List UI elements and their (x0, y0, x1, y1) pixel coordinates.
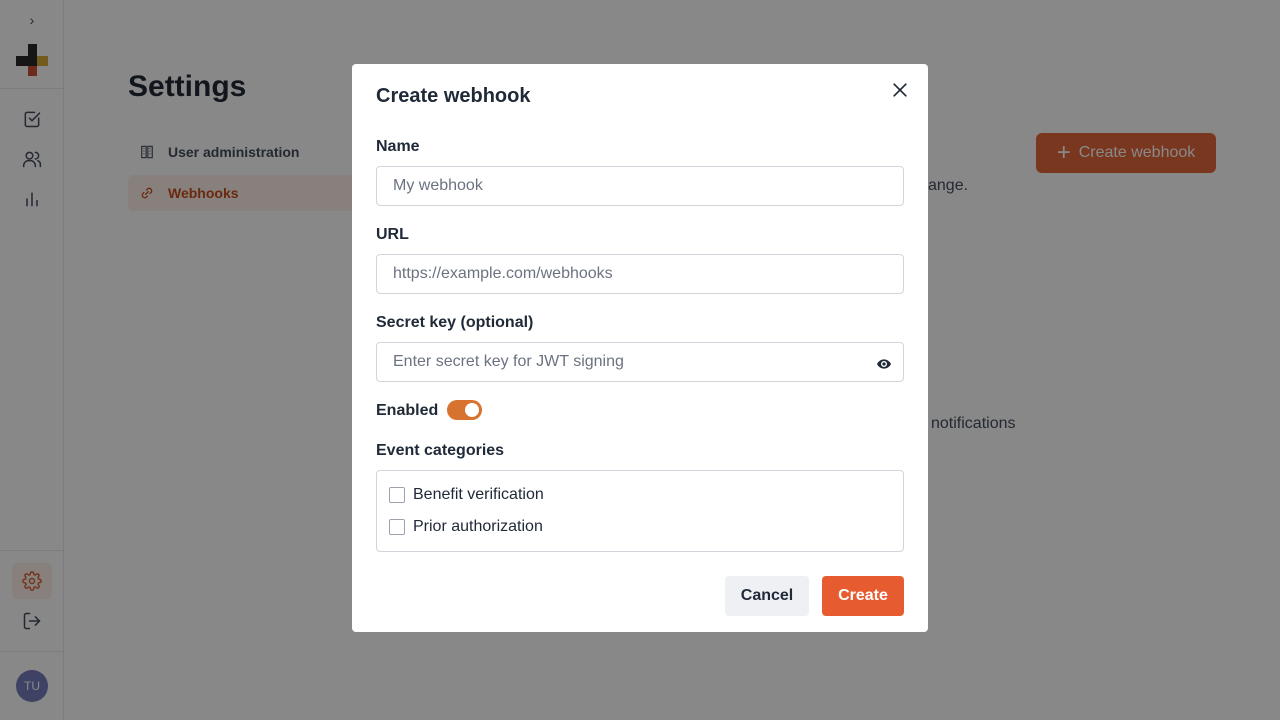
close-icon (893, 83, 907, 97)
category-prior-authorization[interactable]: Prior authorization (389, 515, 543, 539)
category-label: Benefit verification (413, 486, 544, 503)
event-categories-label: Event categories (376, 442, 505, 459)
enabled-toggle[interactable] (447, 400, 482, 420)
event-categories-list: Benefit verification Prior authorization (376, 470, 904, 552)
cancel-button[interactable]: Cancel (725, 576, 809, 616)
secret-key-label: Secret key (optional) (376, 314, 534, 331)
name-input[interactable] (376, 166, 904, 206)
checkbox[interactable] (389, 487, 405, 503)
eye-icon (877, 359, 891, 369)
url-input[interactable] (376, 254, 904, 294)
enabled-label: Enabled (376, 402, 439, 419)
url-label: URL (376, 226, 409, 243)
create-webhook-modal: Create webhook Name URL Secret key (opti… (352, 64, 928, 632)
toggle-secret-visibility-button[interactable] (874, 354, 894, 374)
toggle-knob (465, 403, 479, 417)
secret-key-input[interactable] (376, 342, 904, 382)
name-label: Name (376, 138, 420, 155)
category-label: Prior authorization (413, 518, 543, 535)
close-button[interactable] (888, 78, 912, 102)
category-benefit-verification[interactable]: Benefit verification (389, 483, 544, 507)
checkbox[interactable] (389, 519, 405, 535)
create-button[interactable]: Create (822, 576, 904, 616)
modal-title: Create webhook (376, 85, 531, 107)
